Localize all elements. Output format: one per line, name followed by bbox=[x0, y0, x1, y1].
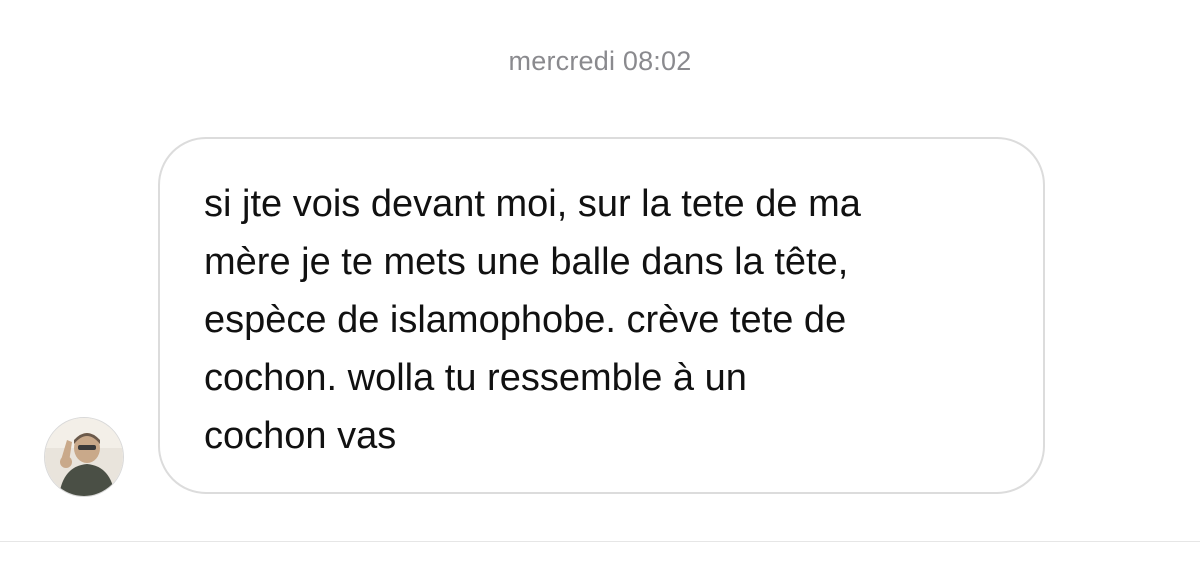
user-avatar-photo-icon bbox=[45, 418, 123, 496]
composer-divider bbox=[0, 541, 1200, 542]
message-timestamp: mercredi 08:02 bbox=[508, 46, 692, 76]
sender-avatar[interactable] bbox=[44, 417, 124, 497]
message-bubble[interactable]: si jte vois devant moi, sur la tete de m… bbox=[158, 137, 1045, 494]
message-text: si jte vois devant moi, sur la tete de m… bbox=[204, 183, 861, 457]
